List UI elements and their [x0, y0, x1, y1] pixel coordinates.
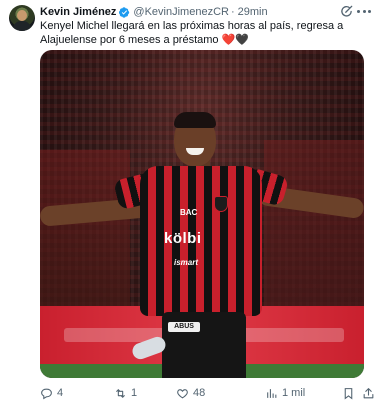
player-hair [174, 112, 216, 128]
grok-icon[interactable] [340, 5, 353, 18]
retweet-icon [116, 388, 125, 398]
like-count: 48 [193, 387, 206, 399]
sponsor-bac: BAC [180, 208, 198, 217]
sponsor-kolbi: kölbi [164, 230, 202, 247]
views-count: 1 mil [282, 387, 306, 399]
tweet-time[interactable]: 29min [238, 6, 268, 18]
avatar[interactable] [9, 5, 35, 31]
author-handle[interactable]: @KevinJimenezCR [133, 6, 229, 18]
player: BAC kölbi ismart ABUS [40, 50, 364, 378]
reply-count: 4 [57, 387, 64, 399]
like-icon [177, 388, 188, 398]
more-dot [362, 10, 366, 13]
share-button[interactable] [362, 386, 375, 400]
views-button[interactable]: 1 mil [265, 386, 305, 400]
views-icon [267, 388, 277, 398]
reply-icon [41, 388, 52, 399]
action-bar: 4 1 48 1 mil [40, 386, 374, 400]
club-crest [214, 196, 228, 212]
reply-button[interactable]: 4 [40, 386, 63, 400]
tweet: Kevin Jiménez @KevinJimenezCR · 29min Ke… [0, 0, 380, 406]
bookmark-button[interactable] [342, 386, 355, 400]
avatar-head [17, 10, 27, 21]
avatar-body [13, 21, 31, 31]
sponsor-ismart: ismart [174, 258, 199, 267]
bookmark-icon [344, 387, 353, 399]
author-name[interactable]: Kevin Jiménez [40, 6, 116, 18]
black-heart-emoji: 🖤 [235, 34, 250, 46]
retweet-count: 1 [131, 387, 138, 399]
more-dot [357, 10, 360, 13]
tweet-photo[interactable]: BAC kölbi ismart ABUS [40, 50, 364, 378]
share-icon [363, 387, 374, 398]
shorts-logo: ABUS [168, 322, 200, 332]
tweet-header: Kevin Jiménez @KevinJimenezCR · 29min [40, 5, 268, 19]
verified-icon [119, 6, 130, 18]
red-heart-emoji: ❤️ [221, 34, 236, 46]
like-button[interactable]: 48 [176, 386, 205, 400]
more-dot [368, 10, 371, 13]
tweet-body: Kenyel Michel llegará en las próximas ho… [40, 20, 344, 46]
more-icon[interactable] [357, 5, 371, 18]
tweet-text: Kenyel Michel llegará en las próximas ho… [40, 19, 372, 47]
retweet-button[interactable]: 1 [114, 386, 137, 400]
separator-dot: · [230, 6, 235, 18]
